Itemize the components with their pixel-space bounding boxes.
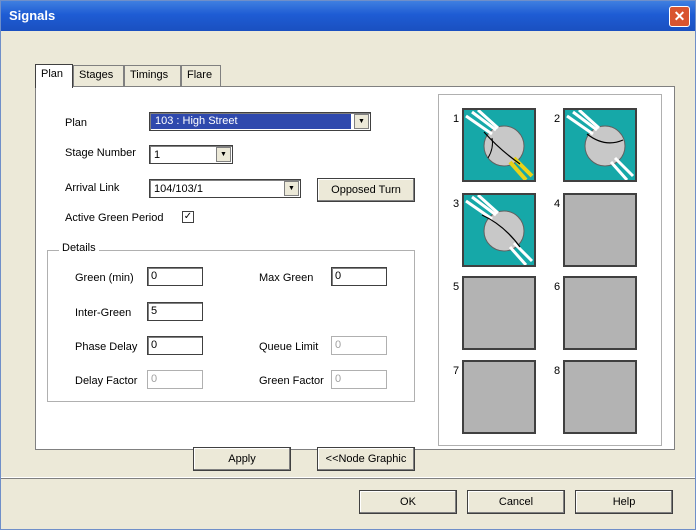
- plan-select[interactable]: 103 : High Street ▼: [149, 112, 371, 131]
- tab-plan-label: Plan: [41, 68, 64, 80]
- delay-factor-field[interactable]: 0: [147, 370, 203, 389]
- stage-number-7: 7: [453, 365, 460, 377]
- close-icon: ✕: [673, 8, 686, 24]
- green-factor-field[interactable]: 0: [331, 370, 387, 389]
- node-graphic-button[interactable]: <<Node Graphic: [317, 447, 415, 471]
- stage-8-graphic[interactable]: [563, 360, 637, 434]
- stage-number-3: 3: [453, 198, 460, 210]
- stage-number-value: 1: [154, 149, 161, 161]
- stage-number-1: 1: [453, 113, 460, 125]
- phase-delay-label: Phase Delay: [75, 341, 138, 353]
- plan-label: Plan: [65, 117, 88, 129]
- max-green-field[interactable]: 0: [331, 267, 387, 286]
- active-green-label: Active Green Period: [65, 212, 164, 224]
- stage-number-6: 6: [554, 281, 561, 293]
- stage-number-label: Stage Number: [65, 147, 136, 159]
- junction-diagram-icon: [465, 193, 534, 266]
- green-min-label: Green (min): [75, 272, 134, 284]
- cancel-button[interactable]: Cancel: [467, 490, 565, 514]
- footer-divider: [1, 477, 695, 479]
- green-min-field[interactable]: 0: [147, 267, 203, 286]
- tab-timings-label: Timings: [130, 69, 169, 81]
- stage-number-2: 2: [554, 113, 561, 125]
- ok-button[interactable]: OK: [359, 490, 457, 514]
- details-title: Details: [59, 242, 99, 254]
- inter-green-label: Inter-Green: [75, 307, 132, 319]
- apply-button[interactable]: Apply: [193, 447, 291, 471]
- stage-4-graphic[interactable]: [563, 193, 637, 267]
- plan-select-value: 103 : High Street: [151, 114, 351, 129]
- chevron-down-icon[interactable]: ▼: [216, 147, 231, 162]
- tab-stages-label: Stages: [79, 69, 114, 81]
- arrival-link-label: Arrival Link: [65, 182, 120, 194]
- opposed-turn-button[interactable]: Opposed Turn: [317, 178, 415, 202]
- tab-timings[interactable]: Timings: [124, 65, 181, 87]
- help-button[interactable]: Help: [575, 490, 673, 514]
- tab-flare-label: Flare: [187, 69, 213, 81]
- tab-flare[interactable]: Flare: [181, 65, 221, 87]
- junction-diagram-icon: [566, 108, 635, 181]
- stage-7-graphic[interactable]: [462, 360, 536, 434]
- inter-green-field[interactable]: 5: [147, 302, 203, 321]
- close-button[interactable]: ✕: [669, 6, 690, 27]
- stage-number-5: 5: [453, 281, 460, 293]
- signals-dialog: Signals ✕ Plan Stages Timings Flare Plan…: [0, 0, 696, 530]
- stage-6-graphic[interactable]: [563, 276, 637, 350]
- stage-2-graphic[interactable]: [563, 108, 637, 182]
- stage-5-graphic[interactable]: [462, 276, 536, 350]
- max-green-label: Max Green: [259, 272, 314, 284]
- stage-number-4: 4: [554, 198, 561, 210]
- tab-plan[interactable]: Plan: [35, 64, 73, 88]
- stage-3-graphic[interactable]: [462, 193, 536, 267]
- chevron-down-icon[interactable]: ▼: [354, 114, 369, 129]
- queue-limit-field[interactable]: 0: [331, 336, 387, 355]
- arrival-link-value: 104/103/1: [154, 183, 203, 195]
- chevron-down-icon[interactable]: ▼: [284, 181, 299, 196]
- green-factor-label: Green Factor: [259, 375, 324, 387]
- window-title: Signals: [9, 8, 56, 23]
- queue-limit-label: Queue Limit: [259, 341, 319, 353]
- arrival-link-select[interactable]: 104/103/1 ▼: [149, 179, 301, 198]
- tab-stages[interactable]: Stages: [73, 65, 124, 87]
- junction-diagram-icon: [465, 108, 534, 182]
- stage-number-8: 8: [554, 365, 561, 377]
- check-icon: ✓: [183, 211, 193, 222]
- stage-1-graphic[interactable]: [462, 108, 536, 182]
- title-bar[interactable]: Signals ✕: [1, 1, 695, 31]
- stage-number-select[interactable]: 1 ▼: [149, 145, 233, 164]
- phase-delay-field[interactable]: 0: [147, 336, 203, 355]
- active-green-checkbox[interactable]: ✓: [182, 211, 194, 223]
- delay-factor-label: Delay Factor: [75, 375, 138, 387]
